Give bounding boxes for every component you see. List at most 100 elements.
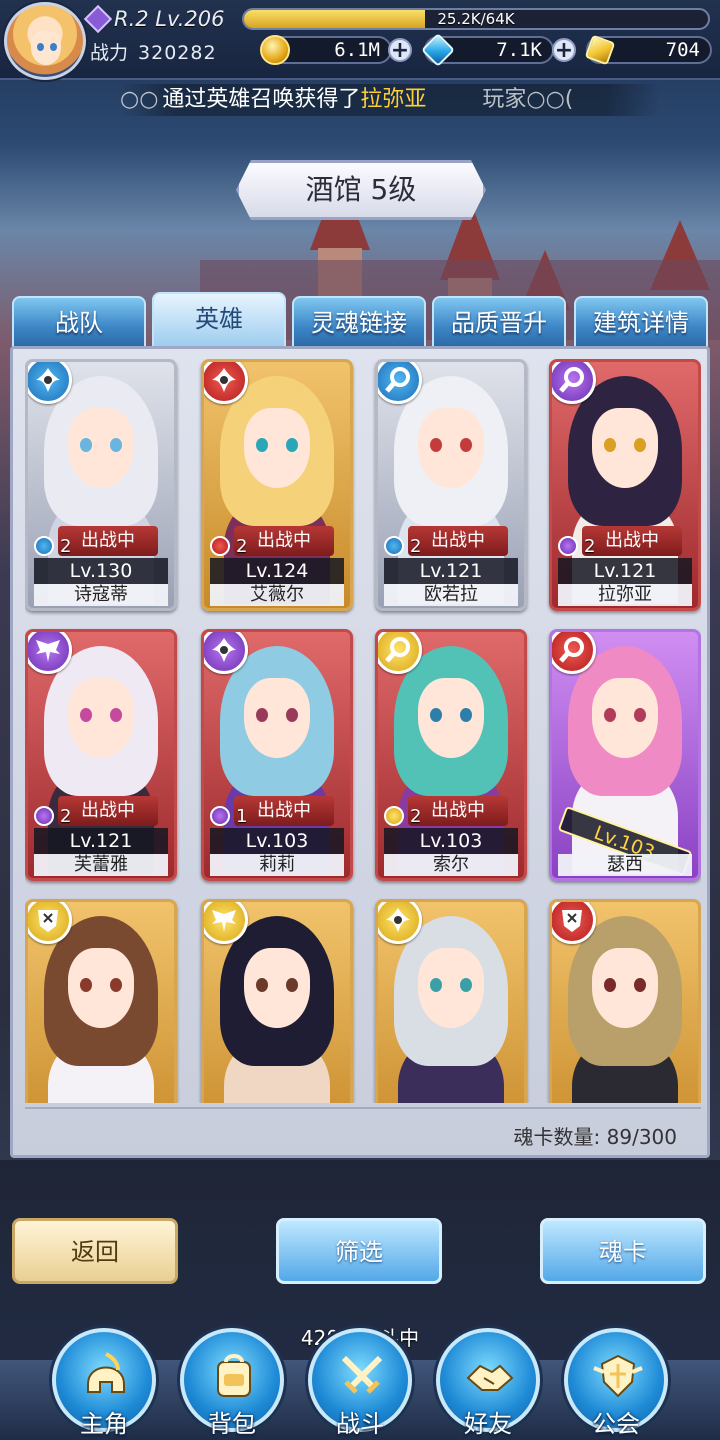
helmet-icon <box>87 1352 125 1393</box>
hero-face <box>68 678 134 758</box>
tab-label: 英雄 <box>195 305 243 333</box>
coin-value: 6.1M <box>334 39 380 61</box>
star-count-value: 2 <box>410 535 422 557</box>
hero-card[interactable]: 出战中 2 Lv.121 拉弥亚 <box>549 359 701 611</box>
tab-soul-link[interactable]: 灵魂链接 <box>292 296 426 348</box>
star-count: 2 <box>384 804 421 828</box>
star-count: 2 <box>210 534 247 558</box>
star-count: 2 <box>34 534 71 558</box>
hero-card[interactable] <box>25 899 177 1103</box>
hero-name: 芙蕾雅 <box>34 854 168 876</box>
nav-label-friends: 好友 <box>464 1410 512 1438</box>
add-coin-button[interactable]: + <box>388 38 412 62</box>
hero-eye <box>634 438 646 452</box>
star-count-value: 2 <box>236 535 248 557</box>
exp-text: 25.2K/64K <box>437 10 515 28</box>
tab-quality-upgrade[interactable]: 品质晋升 <box>432 296 566 348</box>
hero-level: Lv.121 <box>34 828 168 854</box>
marquee-tail: 玩家○○( <box>482 87 574 112</box>
star-count-value: 2 <box>584 535 596 557</box>
filter-button[interactable]: 筛选 <box>276 1218 442 1284</box>
hero-card[interactable]: 出战中 2 Lv.124 艾薇尔 <box>201 359 353 611</box>
star-count: 2 <box>558 534 595 558</box>
star-count: 1 <box>210 804 247 828</box>
hero-name: 瑟西 <box>558 854 692 876</box>
power-label: 战力 <box>90 42 129 64</box>
hero-eye <box>256 978 268 992</box>
announcement-marquee: ○○ 通过英雄召唤获得了拉弥亚 玩家○○( <box>120 84 660 116</box>
hero-eye <box>80 708 92 722</box>
hero-eye <box>460 978 472 992</box>
hero-card[interactable]: Lv.103 瑟西 <box>549 629 701 881</box>
player-avatar[interactable] <box>4 2 86 80</box>
element-mini-icon <box>384 536 404 556</box>
hero-face <box>244 408 310 488</box>
marquee-text: 通过英雄召唤获得了 <box>162 87 361 112</box>
star-count-value: 2 <box>60 805 72 827</box>
in-battle-badge: 出战中 <box>234 526 334 556</box>
hero-eye <box>286 978 298 992</box>
marquee-hero: 拉弥亚 <box>360 87 427 112</box>
hero-level: Lv.121 <box>384 558 518 584</box>
hero-card[interactable]: 出战中 2 Lv.103 索尔 <box>375 629 527 881</box>
backpack-icon <box>217 1354 251 1397</box>
in-battle-badge: 出战中 <box>408 796 508 826</box>
crossed-swords-icon <box>341 1355 383 1394</box>
tab-label: 品质晋升 <box>451 309 547 337</box>
hero-eye <box>634 978 646 992</box>
hero-eye <box>460 438 472 452</box>
nav-label-battle: 战斗 <box>336 1410 384 1438</box>
hero-face <box>592 948 658 1028</box>
hero-card-grid[interactable]: 出战中 2 Lv.130 诗寇蒂 出战中 2 Lv.124 艾薇尔 出战中 2 Lv.121 欧若拉出… <box>25 359 701 1103</box>
hero-name: 艾薇尔 <box>210 584 344 606</box>
star-count: 2 <box>384 534 421 558</box>
crystal-value: 7.1K <box>496 39 542 61</box>
element-mini-icon <box>34 806 54 826</box>
hero-face <box>68 408 134 488</box>
hero-eye <box>110 978 122 992</box>
guild-emblem-icon <box>593 1354 643 1398</box>
tab-heroes[interactable]: 英雄 <box>152 292 286 348</box>
hero-level: Lv.103 <box>384 828 518 854</box>
hero-eye <box>80 438 92 452</box>
element-mini-icon <box>384 806 404 826</box>
top-status-bar: R.2 Lv.206 25.2K/64K 战力 320282 6.1M + 7.1… <box>0 0 720 80</box>
hero-face <box>68 948 134 1028</box>
hero-eye <box>80 978 92 992</box>
filter-label: 筛选 <box>335 1238 383 1266</box>
tab-building-details[interactable]: 建筑详情 <box>574 296 708 348</box>
element-mini-icon <box>558 536 578 556</box>
hero-name: 欧若拉 <box>384 584 518 606</box>
element-mini-icon <box>34 536 54 556</box>
hero-face <box>418 948 484 1028</box>
hero-face <box>418 678 484 758</box>
hero-name: 诗寇蒂 <box>34 584 168 606</box>
hero-card[interactable] <box>549 899 701 1103</box>
crystal-icon <box>421 33 455 67</box>
hero-card[interactable]: 出战中 2 Lv.121 欧若拉 <box>375 359 527 611</box>
hero-card[interactable] <box>201 899 353 1103</box>
tab-team[interactable]: 战队 <box>12 296 146 348</box>
hero-card[interactable]: 出战中 2 Lv.130 诗寇蒂 <box>25 359 177 611</box>
marquee-prefix: ○○ <box>120 87 159 112</box>
star-count: 2 <box>34 804 71 828</box>
hero-level: Lv.130 <box>34 558 168 584</box>
soul-card-button[interactable]: 魂卡 <box>540 1218 706 1284</box>
hero-face <box>244 948 310 1028</box>
nav-label-backpack: 背包 <box>208 1410 256 1438</box>
hero-card[interactable]: 出战中 1 Lv.103 莉莉 <box>201 629 353 881</box>
hero-face <box>244 678 310 758</box>
hero-eye <box>604 978 616 992</box>
hero-eye <box>604 708 616 722</box>
hero-eye <box>110 708 122 722</box>
hero-panel: 出战中 2 Lv.130 诗寇蒂 出战中 2 Lv.124 艾薇尔 出战中 2 Lv.121 欧若拉出… <box>10 346 710 1158</box>
back-button[interactable]: 返回 <box>12 1218 178 1284</box>
tab-label: 战队 <box>55 309 103 337</box>
hero-card[interactable] <box>375 899 527 1103</box>
in-battle-badge: 出战中 <box>582 526 682 556</box>
gold-value: 704 <box>665 39 700 61</box>
hero-card[interactable]: 出战中 2 Lv.121 芙蕾雅 <box>25 629 177 881</box>
soul-card-label: 魂卡 <box>599 1238 647 1266</box>
add-crystal-button[interactable]: + <box>552 38 576 62</box>
crystal-counter: 7.1K <box>421 33 554 67</box>
